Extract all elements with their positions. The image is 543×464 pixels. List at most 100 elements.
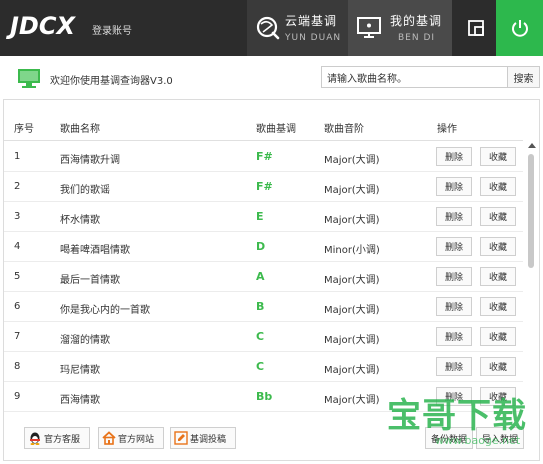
song-key: E: [256, 210, 264, 223]
tab-cloud-label: 云端基调: [285, 14, 338, 28]
row-number: 4: [14, 241, 21, 252]
table-row[interactable]: 8 玛尼情歌 C Major(大调) 删除 收藏: [4, 352, 523, 382]
tab-my-sub: BEN DI: [398, 33, 436, 43]
delete-button[interactable]: 删除: [436, 357, 472, 376]
song-key: Bb: [256, 390, 273, 403]
song-scale: Major(大调): [324, 155, 380, 166]
official-support-label: 官方客服: [44, 434, 81, 445]
title-bar: JDCX 登录账号 云端基调 YUN DUAN 我的基调 BEN DI: [0, 0, 543, 56]
official-support-button[interactable]: 官方客服: [24, 427, 90, 449]
header-name: 歌曲名称: [60, 124, 100, 135]
song-scale: Major(大调): [324, 335, 380, 346]
delete-button[interactable]: 删除: [436, 237, 472, 256]
row-number: 6: [14, 301, 21, 312]
song-key: F#: [256, 150, 273, 163]
favorite-button[interactable]: 收藏: [480, 267, 516, 286]
table-row[interactable]: 6 你是我心内的一首歌 B Major(大调) 删除 收藏: [4, 292, 523, 322]
song-key: D: [256, 240, 266, 253]
table-row[interactable]: 3 杯水情歌 E Major(大调) 删除 收藏: [4, 202, 523, 232]
favorite-button[interactable]: 收藏: [480, 147, 516, 166]
delete-button[interactable]: 删除: [436, 147, 472, 166]
song-scale: Major(大调): [324, 215, 380, 226]
song-scale: Major(大调): [324, 185, 380, 196]
favorite-button[interactable]: 收藏: [480, 207, 516, 226]
row-number: 5: [14, 271, 21, 282]
song-scale: Major(大调): [324, 365, 380, 376]
song-key: B: [256, 300, 265, 313]
song-name: 溜溜的情歌: [60, 335, 110, 346]
favorite-button[interactable]: 收藏: [480, 297, 516, 316]
table-row[interactable]: 7 溜溜的情歌 C Major(大调) 删除 收藏: [4, 322, 523, 352]
tab-cloud-keys[interactable]: 云端基调 YUN DUAN: [247, 0, 348, 56]
tab-my-keys[interactable]: 我的基调 BEN DI: [348, 0, 452, 56]
song-key: F#: [256, 180, 273, 193]
tab-my-label: 我的基调: [390, 14, 443, 28]
header-scale: 歌曲音阶: [324, 124, 364, 135]
backup-data-button[interactable]: 备份数据: [425, 427, 473, 449]
mini-mode-button[interactable]: [452, 0, 499, 56]
monitor-green-icon: [18, 69, 40, 88]
table-row[interactable]: 5 最后一首情歌 A Major(大调) 删除 收藏: [4, 262, 523, 292]
song-key: A: [256, 270, 265, 283]
song-name: 最后一首情歌: [60, 275, 120, 286]
song-name: 玛尼情歌: [60, 365, 100, 376]
favorite-button[interactable]: 收藏: [480, 327, 516, 346]
app-logo: JDCX: [10, 12, 75, 40]
favorite-button[interactable]: 收藏: [480, 357, 516, 376]
power-icon: [511, 20, 528, 37]
home-icon: [102, 431, 116, 445]
favorite-button[interactable]: 收藏: [480, 387, 516, 406]
submit-key-label: 基调投稿: [190, 434, 227, 445]
table-row[interactable]: 9 西海情歌 Bb Major(大调) 删除 收藏: [4, 382, 523, 412]
song-key: C: [256, 360, 265, 373]
song-scale: Major(大调): [324, 305, 380, 316]
penguin-icon: [30, 432, 40, 445]
delete-button[interactable]: 删除: [436, 177, 472, 196]
delete-button[interactable]: 删除: [436, 207, 472, 226]
header-no: 序号: [14, 124, 34, 135]
song-name: 我们的歌谣: [60, 185, 110, 196]
header-divider: [4, 140, 523, 141]
edit-icon: [174, 431, 188, 445]
official-website-label: 官方网站: [118, 434, 155, 445]
table-row[interactable]: 1 西海情歌升调 F# Major(大调) 删除 收藏: [4, 142, 523, 172]
tab-cloud-sub: YUN DUAN: [285, 33, 342, 43]
table-row[interactable]: 4 喝着啤酒唱情歌 D Minor(小调) 删除 收藏: [4, 232, 523, 262]
row-number: 3: [14, 211, 21, 222]
header-key: 歌曲基调: [256, 124, 296, 135]
scroll-up-icon[interactable]: [528, 143, 536, 148]
row-number: 2: [14, 181, 21, 192]
search-input[interactable]: [321, 66, 508, 88]
header-actions: 操作: [437, 124, 457, 135]
row-number: 1: [14, 151, 21, 162]
delete-button[interactable]: 删除: [436, 297, 472, 316]
search-button[interactable]: 搜索: [508, 66, 540, 88]
favorite-button[interactable]: 收藏: [480, 177, 516, 196]
delete-button[interactable]: 删除: [436, 267, 472, 286]
row-number: 8: [14, 361, 21, 372]
song-key: C: [256, 330, 265, 343]
welcome-text: 欢迎你使用基调查询器V3.0: [50, 76, 173, 87]
song-scale: Major(大调): [324, 275, 380, 286]
delete-button[interactable]: 删除: [436, 387, 472, 406]
song-scale: Minor(小调): [324, 245, 380, 256]
login-link[interactable]: 登录账号: [92, 22, 132, 37]
row-number: 9: [14, 391, 21, 402]
song-name: 西海情歌升调: [60, 155, 120, 166]
official-website-button[interactable]: 官方网站: [98, 427, 164, 449]
delete-button[interactable]: 删除: [436, 327, 472, 346]
song-name: 西海情歌: [60, 395, 100, 406]
favorite-button[interactable]: 收藏: [480, 237, 516, 256]
monitor-icon: [357, 17, 381, 38]
mini-mode-icon: [467, 20, 484, 36]
power-button[interactable]: [496, 0, 543, 56]
song-name: 你是我心内的一首歌: [60, 305, 150, 316]
scroll-thumb[interactable]: [528, 154, 534, 268]
song-scale: Major(大调): [324, 395, 380, 406]
import-data-button[interactable]: 导入数据: [476, 427, 524, 449]
submit-key-button[interactable]: 基调投稿: [170, 427, 236, 449]
cloud-search-icon: [256, 16, 280, 40]
table-row[interactable]: 2 我们的歌谣 F# Major(大调) 删除 收藏: [4, 172, 523, 202]
song-name: 喝着啤酒唱情歌: [60, 245, 130, 256]
song-name: 杯水情歌: [60, 215, 100, 226]
